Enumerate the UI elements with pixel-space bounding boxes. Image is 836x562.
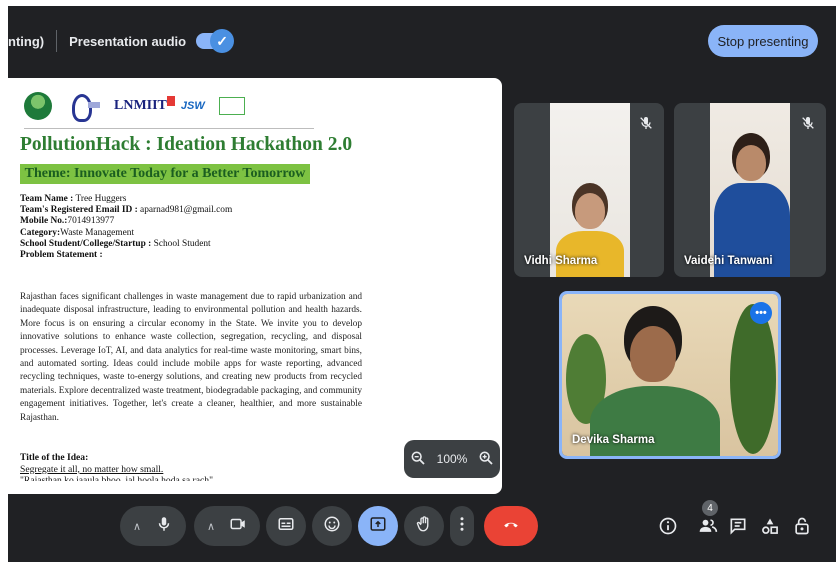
raise-hand-button[interactable] [404,506,444,546]
problem-statement: Rajasthan faces significant challenges i… [20,292,362,423]
video-feed [550,103,630,277]
chat-icon[interactable] [726,514,750,538]
problem-label: Problem Statement : [20,250,103,261]
emoji-icon [323,515,341,538]
presenting-bar: nting) Presentation audio ✓ Stop present… [8,16,836,66]
more-options-icon[interactable]: ••• [750,302,772,324]
presenting-status-text: nting) [8,33,45,49]
divider [56,30,58,52]
category-row: Category:Waste Management [20,227,135,238]
call-controls: ∧ ∧ 4 [8,500,836,562]
reactions-button[interactable] [312,506,352,546]
participant-tile[interactable]: Vaidehi Tanwani [674,103,826,277]
mic-off-icon [798,113,818,133]
header-rule [24,128,314,129]
participant-name: Devika Sharma [572,434,655,446]
present-screen-icon [369,515,387,538]
school-row: School Student/College/Startup : School … [20,238,211,249]
check-icon: ✓ [210,29,235,53]
camera-icon[interactable] [229,515,247,538]
more-options-button[interactable] [450,506,474,546]
video-feed [562,294,778,456]
more-vert-icon [453,515,471,538]
video-feed [710,103,790,277]
participant-name: Vidhi Sharma [524,255,598,267]
presentation-audio-label: Presentation audio [69,33,187,49]
captions-button[interactable] [266,506,306,546]
idea-title: Segregate it all, no matter how small. [20,463,164,475]
meet-window: nting) Presentation audio ✓ Stop present… [8,6,836,562]
email-row: Team's Registered Email ID : aparnad981@… [20,205,233,216]
idea-quote: "Rajasthan ko jaaula bhoo, jal hoola hod… [20,475,213,482]
activities-icon[interactable] [758,514,782,538]
zoom-in-icon[interactable] [478,450,494,469]
participant-tile[interactable]: Vidhi Sharma [514,103,664,277]
host-controls-icon[interactable] [790,514,814,538]
zoom-out-icon[interactable] [410,450,426,469]
idea-section: Title of the Idea: Segregate it all, no … [20,452,320,481]
incubation-logo [66,92,100,122]
present-button[interactable] [358,506,398,546]
idea-label: Title of the Idea: [20,452,89,463]
team-details: Team Name : Tree Huggers Team's Register… [20,194,360,261]
sponsor-logos: LNMIIT JSW [24,88,314,124]
mic-control[interactable]: ∧ [120,506,186,546]
jsw-logo: JSW [180,100,205,112]
chevron-up-icon[interactable]: ∧ [207,520,215,533]
info-icon[interactable] [656,514,680,538]
captions-icon [277,515,295,538]
shared-slide: LNMIIT JSW PollutionHack : Ideation Hack… [8,78,502,494]
camera-control[interactable]: ∧ [194,506,260,546]
rspcb-logo [24,92,52,120]
partner-logo [218,97,245,115]
zoom-controls: 100% [404,440,500,478]
participant-tile-active[interactable]: ••• Devika Sharma [559,291,781,459]
mic-icon[interactable] [155,515,173,538]
stop-presenting-button[interactable]: Stop presenting [708,25,818,57]
theme-banner: Theme: Innovate Today for a Better Tomor… [20,164,310,184]
people-icon[interactable] [696,514,720,538]
zoom-level: 100% [436,452,468,466]
mobile-row: Mobile No.:7014913977 [20,216,115,227]
participant-name: Vaidehi Tanwani [684,255,773,267]
mic-off-icon [636,113,656,133]
chevron-up-icon[interactable]: ∧ [133,520,141,533]
end-call-icon [502,515,520,538]
leave-call-button[interactable] [484,506,538,546]
lnmiit-logo: LNMIIT [114,96,175,114]
slide-title: PollutionHack : Ideation Hackathon 2.0 [20,134,353,155]
hand-icon [415,515,433,538]
team-name-row: Team Name : Tree Huggers [20,194,127,204]
presentation-audio-toggle[interactable]: ✓ [196,29,235,53]
